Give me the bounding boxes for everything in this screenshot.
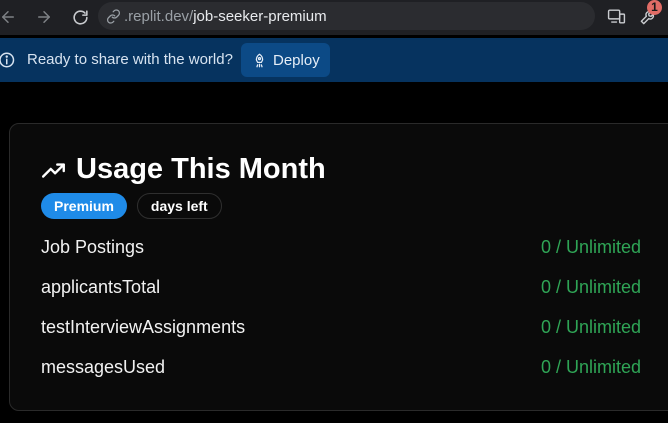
usage-row-messages-used: messagesUsed 0 / Unlimited — [41, 357, 641, 381]
link-icon[interactable] — [104, 7, 122, 25]
browser-toolbar: .replit.dev/job-seeker-premium 1 — [0, 0, 668, 35]
forward-icon — [38, 11, 50, 23]
usage-value: 0 / Unlimited — [540, 237, 641, 257]
plan-badge: Premium — [41, 193, 127, 219]
url-path: job-seeker-premium — [193, 7, 327, 25]
forward-button[interactable] — [31, 4, 57, 30]
deploy-icon — [251, 52, 267, 68]
badge-row: Premium days left — [41, 193, 222, 219]
deploy-label: Deploy — [273, 51, 320, 69]
usage-row-test-interview-assignments: testInterviewAssignments 0 / Unlimited — [41, 317, 641, 341]
usage-row-job-postings: Job Postings 0 / Unlimited — [41, 237, 641, 261]
card-header: Usage This Month — [41, 153, 326, 186]
back-icon — [2, 11, 14, 23]
device-toolbar-button[interactable] — [604, 4, 628, 28]
usage-value: 0 / Unlimited — [540, 357, 641, 377]
url-text[interactable]: .replit.dev/job-seeker-premium — [124, 8, 327, 25]
usage-value: 0 / Unlimited — [540, 317, 641, 337]
deploy-banner: Ready to share with the world? Deploy — [0, 38, 668, 82]
usage-label: testInterviewAssignments — [41, 317, 246, 337]
usage-card: Usage This Month Premium days left Job P… — [9, 123, 668, 411]
usage-label: messagesUsed — [41, 357, 166, 377]
reload-icon — [72, 9, 88, 25]
back-button[interactable] — [0, 4, 21, 30]
usage-value: 0 / Unlimited — [540, 277, 641, 297]
usage-label: applicantsTotal — [41, 277, 161, 297]
banner-message: Ready to share with the world? — [27, 51, 233, 68]
deploy-button[interactable]: Deploy — [241, 43, 330, 77]
info-icon — [0, 52, 15, 68]
reload-button[interactable] — [67, 4, 93, 30]
days-left-badge: days left — [136, 193, 222, 219]
trending-up-icon — [41, 157, 67, 183]
address-bar[interactable]: .replit.dev/job-seeker-premium — [98, 2, 595, 30]
extension-badge: 1 — [647, 0, 662, 15]
url-host: .replit.dev/ — [124, 7, 194, 25]
usage-label: Job Postings — [41, 237, 145, 257]
card-title: Usage This Month — [76, 153, 326, 185]
usage-row-applicants-total: applicantsTotal 0 / Unlimited — [41, 277, 641, 301]
device-icon — [607, 8, 625, 24]
